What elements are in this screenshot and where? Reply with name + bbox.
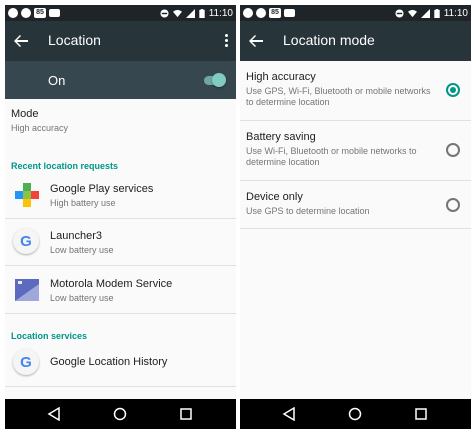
list-item[interactable]: G Google Location History <box>5 341 236 387</box>
recent-requests-header: Recent location requests <box>11 161 119 171</box>
battery-usage: Low battery use <box>50 293 114 303</box>
sync-notification-icon <box>21 8 31 18</box>
nav-back-icon[interactable] <box>47 407 61 421</box>
battery-icon <box>199 8 205 18</box>
app-bar: Location mode <box>240 21 471 61</box>
app-name: Motorola Modem Service <box>50 278 173 290</box>
option-title: Device only <box>246 191 303 203</box>
location-settings-screen: 85 11:10 Location On Mode High accuracy … <box>5 5 236 429</box>
option-title: Battery saving <box>246 131 316 143</box>
page-title: Location <box>48 32 101 48</box>
wifi-icon <box>407 9 417 17</box>
service-name: Google Location History <box>50 356 168 368</box>
battery-usage: High battery use <box>50 198 116 208</box>
nav-recents-icon[interactable] <box>414 407 428 421</box>
wifi-icon <box>172 9 182 17</box>
radio-selected[interactable] <box>446 83 460 97</box>
mode-setting[interactable]: Mode High accuracy <box>11 108 68 133</box>
option-description: Use Wi-Fi, Bluetooth or mobile networks … <box>246 146 417 167</box>
toggle-label: On <box>48 73 66 88</box>
sync-notification-icon <box>256 8 266 18</box>
nav-home-icon[interactable] <box>348 407 362 421</box>
location-toggle-bar[interactable]: On <box>5 61 236 99</box>
mode-value: High accuracy <box>11 123 69 133</box>
radio-unselected[interactable] <box>446 143 460 157</box>
app-name: Google Play services <box>50 183 154 195</box>
google-g-icon: G <box>13 228 39 254</box>
nav-back-icon[interactable] <box>282 407 296 421</box>
navigation-bar <box>240 399 471 429</box>
option-high-accuracy[interactable]: High accuracy Use GPS, Wi-Fi, Bluetooth … <box>240 61 471 121</box>
battery-usage: Low battery use <box>50 245 114 255</box>
signal-icon <box>420 8 430 18</box>
divider <box>5 265 236 266</box>
back-arrow-icon[interactable] <box>248 33 264 49</box>
nav-home-icon[interactable] <box>113 407 127 421</box>
page-title: Location mode <box>283 32 375 48</box>
option-description: Use GPS, Wi-Fi, Bluetooth or mobile netw… <box>246 86 431 107</box>
option-device-only[interactable]: Device only Use GPS to determine locatio… <box>240 181 471 229</box>
list-item[interactable]: G Launcher3 Low battery use <box>5 220 236 266</box>
signal-icon <box>185 8 195 18</box>
list-item[interactable]: Google Play services High battery use <box>5 173 236 219</box>
mode-label: Mode <box>11 108 39 120</box>
nav-recents-icon[interactable] <box>179 407 193 421</box>
motorola-modem-icon <box>15 279 39 301</box>
overflow-menu-icon[interactable] <box>225 34 229 48</box>
do-not-disturb-icon <box>160 8 169 18</box>
divider <box>5 313 236 314</box>
status-bar: 85 11:10 <box>5 5 236 21</box>
do-not-disturb-icon <box>395 8 404 18</box>
divider <box>240 228 471 229</box>
notification-count-badge: 85 <box>269 8 281 18</box>
youtube-notification-icon <box>49 9 60 17</box>
moto-notification-icon <box>243 8 253 18</box>
divider <box>5 386 236 387</box>
status-time: 11:10 <box>208 7 233 19</box>
status-bar: 85 11:10 <box>240 5 471 21</box>
status-time: 11:10 <box>443 7 468 19</box>
battery-icon <box>434 8 440 18</box>
back-arrow-icon[interactable] <box>13 33 29 49</box>
location-mode-screen: 85 11:10 Location mode High accuracy Use… <box>240 5 471 429</box>
radio-unselected[interactable] <box>446 198 460 212</box>
location-services-header: Location services <box>11 331 88 341</box>
app-bar: Location <box>5 21 236 61</box>
switch-thumb[interactable] <box>212 73 226 87</box>
option-description: Use GPS to determine location <box>246 206 370 216</box>
list-item[interactable]: Motorola Modem Service Low battery use <box>5 268 236 314</box>
option-battery-saving[interactable]: Battery saving Use Wi-Fi, Bluetooth or m… <box>240 121 471 181</box>
google-play-services-icon <box>15 183 39 207</box>
notification-count-badge: 85 <box>34 8 46 18</box>
option-title: High accuracy <box>246 71 316 83</box>
app-name: Launcher3 <box>50 230 102 242</box>
google-g-icon: G <box>13 349 39 375</box>
navigation-bar <box>5 399 236 429</box>
moto-notification-icon <box>8 8 18 18</box>
divider <box>5 218 236 219</box>
youtube-notification-icon <box>284 9 295 17</box>
